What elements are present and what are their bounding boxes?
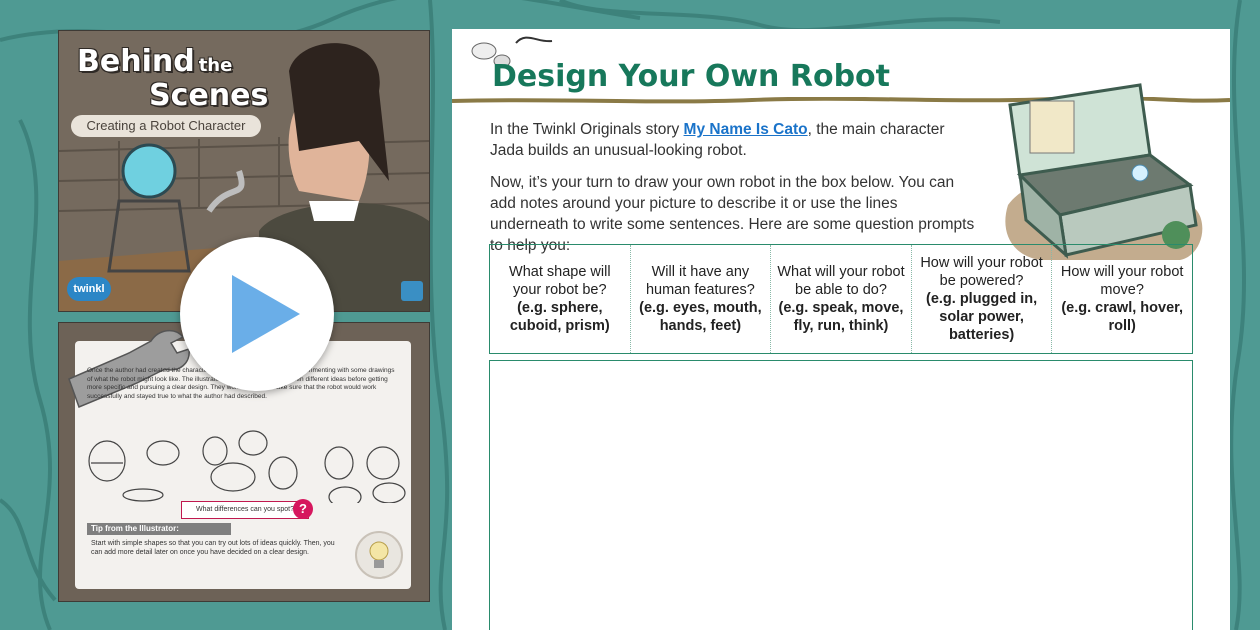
prompt-example: (e.g. plugged in, solar power, batteries… bbox=[925, 291, 1038, 343]
worksheet-page: Design Your Own Robot In the Twinkl Orig… bbox=[452, 29, 1230, 630]
prompt-example: (e.g. sphere, cuboid, prism) bbox=[509, 300, 610, 334]
prompt-question: Will it have any human features? bbox=[645, 264, 755, 298]
prompt-question: What will your robot be able to do? bbox=[777, 264, 905, 298]
prompt-example: (e.g. eyes, mouth, hands, feet) bbox=[639, 300, 762, 334]
page-title: Design Your Own Robot bbox=[492, 59, 890, 94]
twinkl-logo: twinkl bbox=[67, 277, 111, 301]
prompt-question: What shape will your robot be? bbox=[509, 264, 611, 298]
tip-heading: Tip from the Illustrator: bbox=[87, 523, 231, 535]
prompt-power: How will your robot be powered? (e.g. pl… bbox=[912, 245, 1053, 353]
drawing-area[interactable] bbox=[489, 360, 1193, 630]
prompt-example: (e.g. crawl, hover, roll) bbox=[1061, 300, 1184, 334]
cover-title-behind: Behind bbox=[77, 44, 195, 79]
story-link[interactable]: My Name Is Cato bbox=[684, 121, 808, 138]
question-mark-icon: ? bbox=[293, 499, 313, 519]
originals-logo-icon bbox=[401, 281, 423, 301]
prompt-example: (e.g. speak, move, fly, run, think) bbox=[778, 300, 904, 334]
play-icon bbox=[232, 275, 300, 353]
play-button[interactable] bbox=[180, 237, 334, 391]
cover-title: Behind the Scenes bbox=[77, 47, 268, 111]
prompt-question: How will your robot be powered? bbox=[920, 255, 1043, 289]
prompt-question: How will your robot move? bbox=[1060, 264, 1184, 298]
prompt-abilities: What will your robot be able to do? (e.g… bbox=[771, 245, 912, 353]
intro-part-1: In the Twinkl Originals story bbox=[490, 121, 684, 138]
cover-subtitle: Creating a Robot Character bbox=[71, 115, 261, 137]
cover-title-the: the bbox=[198, 55, 233, 76]
prompt-table: What shape will your robot be? (e.g. sph… bbox=[489, 244, 1193, 354]
intro-paragraph-1: In the Twinkl Originals story My Name Is… bbox=[490, 119, 980, 161]
prompt-shape: What shape will your robot be? (e.g. sph… bbox=[490, 245, 631, 353]
prompt-human-features: Will it have any human features? (e.g. e… bbox=[631, 245, 772, 353]
differences-question: What differences can you spot? bbox=[181, 501, 309, 519]
robot-sketches bbox=[88, 430, 406, 503]
tip-body: Start with simple shapes so that you can… bbox=[91, 540, 335, 556]
cover-title-scenes: Scenes bbox=[149, 78, 269, 113]
toolbox-illustration bbox=[1005, 83, 1203, 260]
lightbulb-icon bbox=[355, 531, 403, 579]
prompt-movement: How will your robot move? (e.g. crawl, h… bbox=[1052, 245, 1192, 353]
